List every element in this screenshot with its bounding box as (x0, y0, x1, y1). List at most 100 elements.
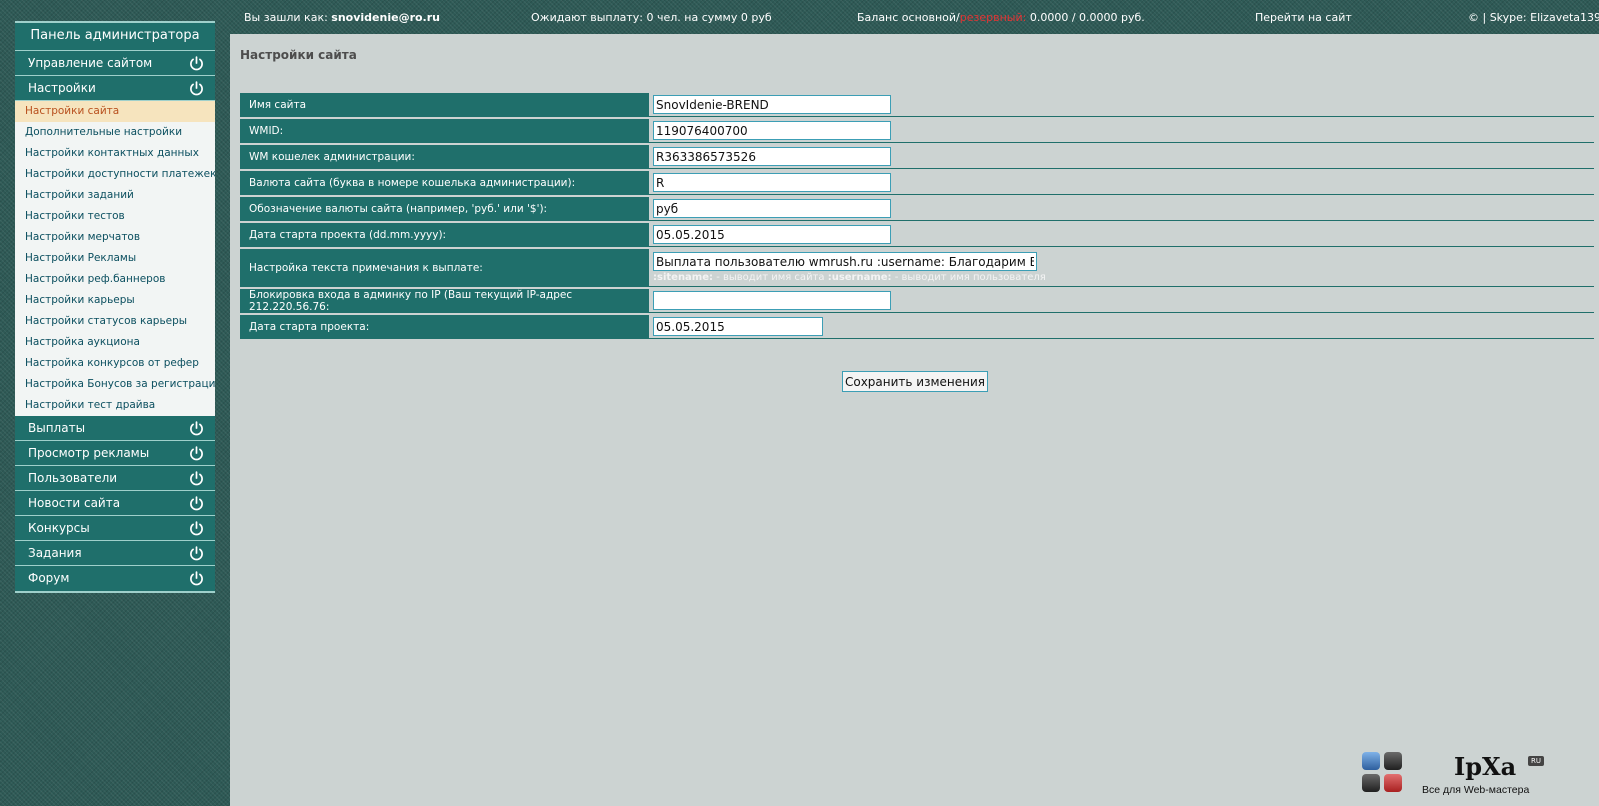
ip-lock-label: Блокировка входа в админку по IP (Ваш те… (240, 289, 649, 313)
power-icon[interactable] (188, 420, 205, 437)
power-icon[interactable] (188, 520, 205, 537)
sidebar-cat-users[interactable]: Пользователи (15, 466, 215, 491)
start-date-input[interactable] (653, 225, 891, 244)
payout-note-input[interactable] (653, 252, 1037, 271)
sidebar-title: Панель администратора (15, 23, 215, 51)
sidebar-cat-label: Просмотр рекламы (28, 446, 150, 460)
logo-square-dark-1 (1384, 752, 1402, 770)
sidebar-cat-site-management[interactable]: Управление сайтом (15, 51, 215, 76)
sidebar-cat-label: Задания (28, 546, 82, 560)
logged-in-label: Вы зашли как: (244, 11, 332, 24)
sidebar-cat-label: Конкурсы (28, 521, 90, 535)
sidebar-cat-payouts[interactable]: Выплаты (15, 416, 215, 441)
sidebar-cat-forum[interactable]: Форум (15, 566, 215, 591)
start-date-2-input[interactable] (653, 317, 823, 336)
sidebar-cat-label: Выплаты (28, 421, 86, 435)
start-date-2-label: Дата старта проекта: (240, 315, 649, 339)
wallet-label: WM кошелек администрации: (240, 145, 649, 169)
wallet-input[interactable] (653, 147, 891, 166)
currency-symbol-input[interactable] (653, 199, 891, 218)
sidebar-item-contact-settings[interactable]: Настройки контактных данных (15, 143, 215, 164)
settings-submenu: Настройки сайта Дополнительные настройки… (15, 101, 215, 416)
hint-sitename-text: - выводит имя сайта (713, 272, 828, 283)
sidebar-cat-news[interactable]: Новости сайта (15, 491, 215, 516)
sidebar-cat-ads[interactable]: Просмотр рекламы (15, 441, 215, 466)
currency-letter-label: Валюта сайта (буква в номере кошелька ад… (240, 171, 649, 195)
sidebar-item-merchant-settings[interactable]: Настройки мерчатов (15, 227, 215, 248)
hint-username-tag: :username: (827, 272, 892, 283)
balance-values: 0.0000 / 0.0000 руб. (1029, 11, 1145, 24)
admin-sidebar: Панель администратора Управление сайтом … (15, 21, 215, 593)
balance-info: Баланс основной/резервный: 0.0000 / 0.00… (857, 11, 1145, 24)
sidebar-cat-tasks[interactable]: Задания (15, 541, 215, 566)
sidebar-cat-label: Новости сайта (28, 496, 121, 510)
payout-note-hint: :sitename: - выводит имя сайта :username… (653, 272, 1594, 283)
sidebar-item-career-settings[interactable]: Настройки карьеры (15, 290, 215, 311)
sidebar-cat-label: Настройки (28, 81, 96, 95)
page-title: Настройки сайта (240, 48, 357, 62)
ipxa-logo[interactable]: IpXa RU Все для Web-мастера (1362, 752, 1562, 802)
sidebar-cat-label: Управление сайтом (28, 56, 153, 70)
currency-symbol-label: Обозначение валюты сайта (например, 'руб… (240, 197, 649, 221)
pending-payouts: Ожидают выплату: 0 чел. на сумму 0 руб (531, 11, 772, 24)
sidebar-item-ref-banner-settings[interactable]: Настройки реф.баннеров (15, 269, 215, 290)
sidebar-cat-contests[interactable]: Конкурсы (15, 516, 215, 541)
form-row-payout-note: Настройка текста примечания к выплате: :… (240, 249, 1594, 287)
sidebar-item-registration-bonus-settings[interactable]: Настройка Бонусов за регистраци (15, 374, 215, 395)
form-row-wmid: WMID: (240, 119, 1594, 143)
power-icon[interactable] (188, 445, 205, 462)
sidebar-item-auction-settings[interactable]: Настройка аукциона (15, 332, 215, 353)
sidebar-item-test-drive-settings[interactable]: Настройки тест драйва (15, 395, 215, 416)
logo-tagline: Все для Web-мастера (1422, 784, 1530, 796)
logo-ru-badge: RU (1528, 756, 1544, 766)
logo-brand: IpXa (1454, 752, 1517, 781)
form-row-currency-symbol: Обозначение валюты сайта (например, 'руб… (240, 197, 1594, 221)
logged-in-email: snovidenie@ro.ru (331, 11, 440, 24)
form-row-ip-lock: Блокировка входа в админку по IP (Ваш те… (240, 289, 1594, 313)
balance-reserve-label: резервный: (959, 11, 1027, 24)
power-icon[interactable] (188, 545, 205, 562)
form-row-wallet: WM кошелек администрации: (240, 145, 1594, 169)
sidebar-cat-label: Форум (28, 571, 70, 585)
sidebar-item-task-settings[interactable]: Настройки заданий (15, 185, 215, 206)
ip-lock-input[interactable] (653, 291, 891, 310)
logo-square-blue (1362, 752, 1380, 770)
form-row-site-name: Имя сайта (240, 93, 1594, 117)
power-icon[interactable] (188, 55, 205, 72)
site-name-label: Имя сайта (240, 93, 649, 117)
power-icon[interactable] (188, 495, 205, 512)
logo-square-dark-2 (1362, 774, 1380, 792)
logged-in-info: Вы зашли как: snovidenie@ro.ru (244, 11, 440, 24)
skype-contact: © | Skype: Elizaveta13990 (1468, 11, 1599, 24)
sidebar-item-referral-contest-settings[interactable]: Настройка конкурсов от рефер (15, 353, 215, 374)
sidebar-cat-label: Пользователи (28, 471, 118, 485)
hint-sitename-tag: :sitename: (653, 272, 714, 283)
sidebar-item-payment-availability[interactable]: Настройки доступности платежек (15, 164, 215, 185)
hint-username-text: - выводит имя пользователя (891, 272, 1046, 283)
balance-label: Баланс основной/ (857, 11, 960, 24)
sidebar-item-test-settings[interactable]: Настройки тестов (15, 206, 215, 227)
settings-form: Имя сайта WMID: WM кошелек администрации… (240, 91, 1594, 341)
form-row-currency-letter: Валюта сайта (буква в номере кошелька ад… (240, 171, 1594, 195)
sidebar-cat-settings[interactable]: Настройки (15, 76, 215, 101)
sidebar-item-site-settings[interactable]: Настройки сайта (15, 101, 215, 122)
main-content: Настройки сайта Имя сайта WMID: WM кошел… (230, 34, 1599, 806)
go-to-site-link[interactable]: Перейти на сайт (1255, 11, 1352, 24)
power-icon[interactable] (188, 470, 205, 487)
form-row-start-date-2: Дата старта проекта: (240, 315, 1594, 339)
sidebar-item-ad-settings[interactable]: Настройки Рекламы (15, 248, 215, 269)
wmid-input[interactable] (653, 121, 891, 140)
top-bar: Вы зашли как: snovidenie@ro.ru Ожидают в… (230, 0, 1599, 34)
logo-square-red (1384, 774, 1402, 792)
save-changes-button[interactable]: Сохранить изменения (842, 371, 988, 392)
payout-note-label: Настройка текста примечания к выплате: (240, 249, 649, 287)
sidebar-item-career-status-settings[interactable]: Настройки статусов карьеры (15, 311, 215, 332)
site-name-input[interactable] (653, 95, 891, 114)
power-icon[interactable] (188, 80, 205, 97)
power-icon[interactable] (188, 570, 205, 587)
wmid-label: WMID: (240, 119, 649, 143)
start-date-label: Дата старта проекта (dd.mm.yyyy): (240, 223, 649, 247)
sidebar-item-additional-settings[interactable]: Дополнительные настройки (15, 122, 215, 143)
currency-letter-input[interactable] (653, 173, 891, 192)
form-row-start-date: Дата старта проекта (dd.mm.yyyy): (240, 223, 1594, 247)
